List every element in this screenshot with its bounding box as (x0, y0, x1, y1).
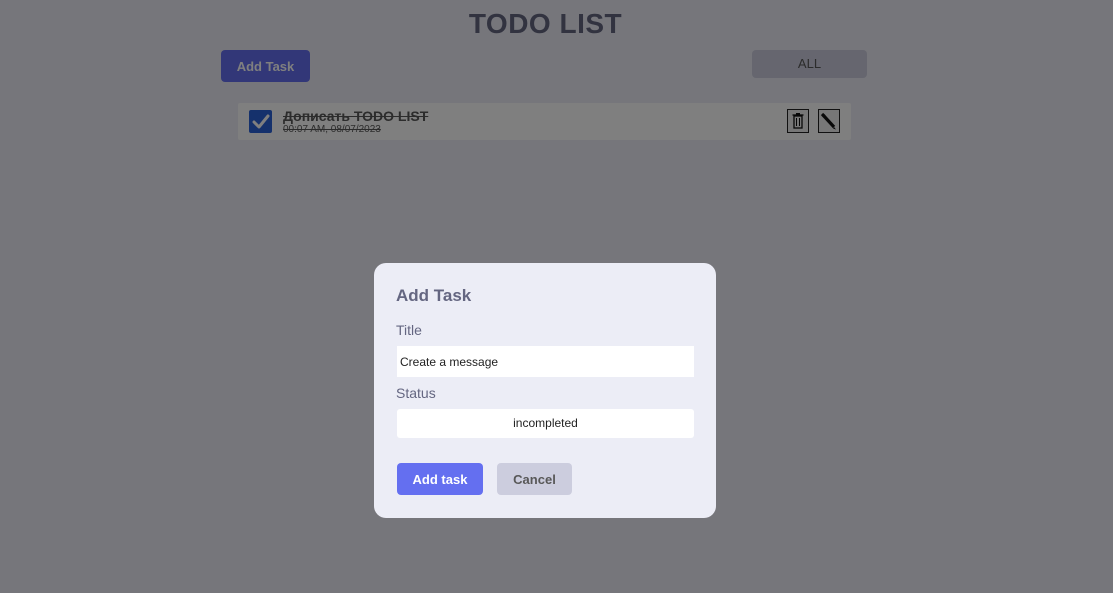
submit-add-task-button[interactable]: Add task (397, 463, 483, 495)
title-label: Title (396, 322, 422, 338)
add-task-modal: Add Task Title Status incompleted Add ta… (374, 263, 716, 518)
cancel-button[interactable]: Cancel (497, 463, 572, 495)
status-label: Status (396, 385, 436, 401)
modal-title: Add Task (396, 286, 472, 305)
title-input[interactable] (397, 346, 694, 377)
status-select[interactable]: incompleted (397, 409, 694, 438)
